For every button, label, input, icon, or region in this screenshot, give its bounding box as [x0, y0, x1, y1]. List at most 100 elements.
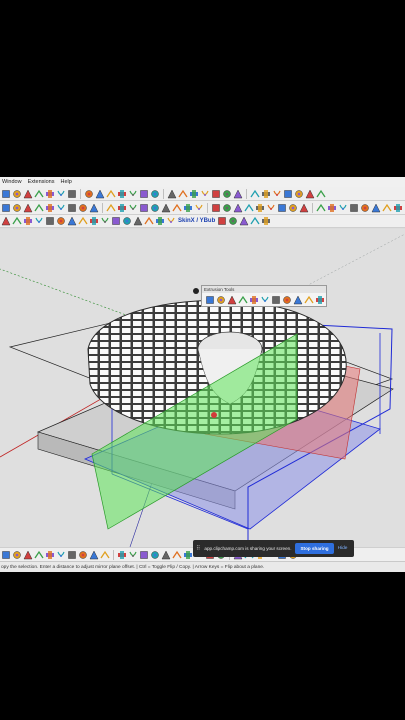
drag-handle-icon[interactable]: ⠿ — [196, 545, 200, 552]
styles-icon[interactable] — [139, 189, 149, 199]
quadface-icon[interactable] — [217, 216, 227, 226]
orbit-icon[interactable] — [1, 189, 11, 199]
paint-icon[interactable] — [23, 202, 33, 213]
skinx-ybub-label[interactable]: SkinX / YBub — [177, 218, 216, 224]
skinx-label[interactable]: SkinX — [178, 218, 195, 224]
text-icon[interactable] — [194, 203, 204, 213]
send-to-layout-icon[interactable] — [261, 189, 271, 199]
next-view-icon[interactable] — [56, 189, 66, 199]
dynamic-components-icon[interactable] — [305, 188, 315, 199]
offset-icon[interactable] — [139, 203, 149, 213]
sandbox-icon[interactable] — [272, 189, 282, 199]
spline-icon[interactable] — [34, 216, 44, 226]
redo-icon[interactable] — [12, 550, 22, 560]
artisan-icon[interactable] — [166, 216, 176, 226]
entity-info-icon[interactable] — [200, 189, 210, 199]
instructor-icon[interactable] — [222, 189, 232, 199]
lock-icon[interactable] — [139, 550, 149, 560]
shaded-icon[interactable] — [393, 203, 403, 213]
line-icon[interactable] — [34, 203, 44, 213]
round-corner-icon[interactable] — [111, 216, 121, 226]
undo-icon[interactable] — [1, 550, 11, 560]
mirror-icon[interactable] — [261, 216, 271, 226]
rotate-icon[interactable] — [117, 203, 127, 213]
model-info-icon[interactable] — [189, 189, 199, 199]
shadows-icon[interactable] — [150, 189, 160, 199]
extrude-edges-by-loft-icon[interactable] — [249, 295, 258, 304]
menu-window[interactable]: Window — [2, 179, 22, 185]
pause-icon[interactable] — [161, 549, 171, 560]
subdivide-icon[interactable] — [155, 216, 165, 226]
cut-icon[interactable] — [23, 549, 33, 560]
copy-icon[interactable] — [34, 550, 44, 560]
polygon-icon[interactable] — [78, 203, 88, 213]
pan-icon[interactable] — [12, 189, 22, 199]
top-view-icon[interactable] — [277, 203, 287, 213]
fog-icon[interactable] — [167, 188, 177, 199]
align-icon[interactable] — [172, 550, 182, 560]
polyline-icon[interactable] — [56, 216, 66, 226]
ybub-label[interactable]: YBub — [200, 218, 216, 224]
menu-extensions[interactable]: Extensions — [28, 179, 55, 185]
extrude-edges-by-vector-icon[interactable] — [205, 295, 214, 304]
extrude-edges-by-rails-mesh-icon[interactable] — [282, 295, 291, 304]
vertex-icon[interactable] — [67, 216, 77, 226]
group-icon[interactable] — [117, 550, 127, 560]
axis-origin-marker[interactable] — [211, 412, 217, 418]
look-around-icon[interactable] — [244, 203, 254, 213]
solid-tools-icon[interactable] — [294, 189, 304, 199]
freehand-icon[interactable] — [23, 216, 33, 226]
position-camera-icon[interactable] — [255, 203, 265, 213]
lattice-icon[interactable] — [250, 216, 260, 226]
wireframe-icon[interactable] — [371, 202, 381, 213]
pivot-marker[interactable] — [193, 288, 199, 294]
filter-icon[interactable] — [67, 550, 77, 560]
left-view-icon[interactable] — [327, 203, 337, 213]
hidden-line-icon[interactable] — [382, 203, 392, 213]
erase-icon[interactable] — [56, 550, 66, 560]
bottom-view-icon[interactable] — [338, 203, 348, 213]
diamond-icon[interactable] — [89, 549, 99, 560]
iso-view-icon[interactable] — [266, 203, 276, 213]
scale-icon[interactable] — [128, 203, 138, 213]
warehouse-icon[interactable] — [233, 188, 243, 199]
extrude-edges-by-rails-tile-icon[interactable] — [271, 295, 280, 304]
extension-warehouse-icon[interactable] — [250, 189, 260, 199]
arc-icon[interactable] — [45, 203, 55, 213]
extrude-edges-by-rails-icon[interactable] — [238, 295, 248, 304]
rectangle-icon[interactable] — [56, 203, 66, 213]
layers-icon[interactable] — [106, 189, 116, 199]
profile-builder-icon[interactable] — [239, 216, 249, 226]
extrude-icon[interactable] — [78, 216, 88, 226]
axes-icon[interactable] — [211, 203, 221, 213]
select-icon[interactable] — [1, 203, 11, 213]
move-icon[interactable] — [183, 550, 193, 560]
circle-icon[interactable] — [67, 203, 77, 213]
extrude-edges-by-rails-sweep-icon[interactable] — [293, 295, 303, 305]
arc-tool-icon[interactable] — [45, 216, 55, 226]
bezier-icon[interactable] — [12, 216, 22, 226]
outliner-icon[interactable] — [211, 189, 221, 199]
extrude-edges-by-face-icon[interactable] — [216, 295, 225, 304]
gem-icon[interactable] — [100, 550, 110, 560]
menu-help[interactable]: Help — [60, 179, 71, 185]
extrude-edges-by-vector-to-object-icon[interactable] — [315, 295, 324, 304]
back-edges-icon[interactable] — [360, 203, 370, 213]
eraser-icon[interactable] — [12, 203, 22, 213]
display-section-icon[interactable] — [95, 188, 105, 199]
previous-view-icon[interactable] — [45, 189, 55, 199]
3d-text-icon[interactable] — [222, 203, 232, 213]
protractor-icon[interactable] — [172, 203, 182, 213]
fredo-scale-icon[interactable] — [100, 216, 110, 226]
extrude-edges-by-edges-icon[interactable] — [227, 295, 237, 305]
zoom-extents-icon[interactable] — [34, 189, 44, 199]
model-viewport[interactable]: Extrusion Tools — [0, 229, 405, 547]
scenes-icon[interactable] — [178, 189, 188, 199]
measure-icon[interactable] — [316, 189, 326, 199]
extrude-edges-by-rails-lathe-icon[interactable] — [260, 295, 269, 304]
zoom-icon[interactable] — [23, 188, 33, 199]
paste-icon[interactable] — [45, 550, 55, 560]
shape-bender-icon[interactable] — [133, 216, 143, 226]
walk-icon[interactable] — [233, 202, 243, 213]
joint-push-pull-icon[interactable] — [89, 216, 99, 226]
